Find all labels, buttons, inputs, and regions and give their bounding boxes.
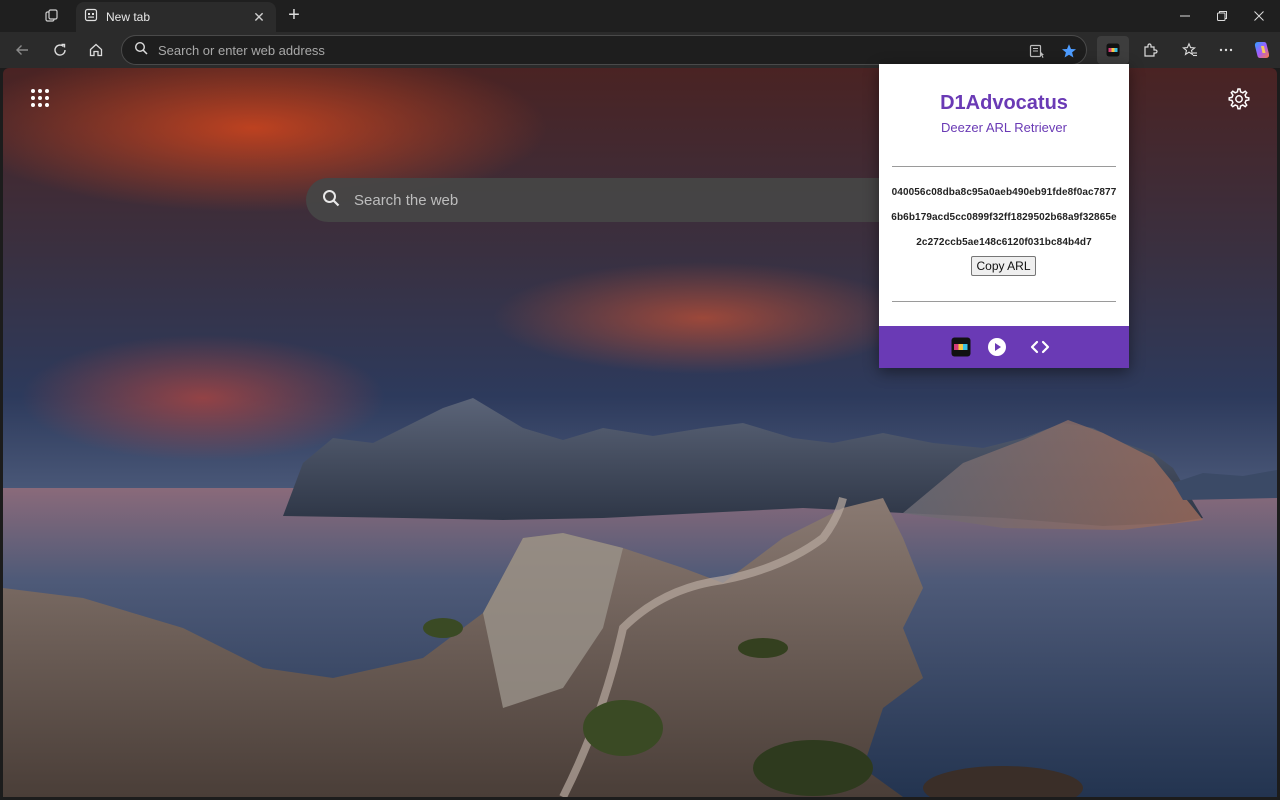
refresh-icon[interactable]: [46, 36, 74, 64]
home-icon[interactable]: [82, 36, 110, 64]
arl-token-line: 6b6b179acd5cc0899f32ff1829502b68a9f32865…: [891, 212, 1117, 223]
d1a-logo-icon[interactable]: [950, 336, 972, 358]
copy-arl-button[interactable]: Copy ARL: [971, 256, 1036, 276]
address-bar[interactable]: [121, 35, 1087, 65]
tab-title: New tab: [106, 10, 151, 24]
browser-toolbar: [0, 32, 1280, 68]
workspaces-icon[interactable]: [38, 4, 66, 28]
back-icon[interactable]: [8, 36, 36, 64]
tab-close-icon[interactable]: ✕: [250, 9, 268, 26]
web-search-input[interactable]: [354, 191, 854, 209]
minimize-button[interactable]: [1166, 0, 1204, 32]
popup-footer: [879, 326, 1129, 368]
settings-gear-icon[interactable]: [1228, 88, 1250, 110]
divider: [892, 166, 1116, 167]
favorite-star-icon[interactable]: [1060, 42, 1078, 60]
restore-button[interactable]: [1203, 0, 1241, 32]
search-icon: [134, 41, 148, 60]
web-search-box[interactable]: [306, 178, 906, 222]
title-bar: New tab ✕ +: [0, 0, 1280, 32]
d1a-extension-icon[interactable]: [1097, 36, 1129, 64]
arl-token-line: 040056c08dba8c95a0aeb490eb91fde8f0ac7877: [891, 187, 1117, 198]
favorites-icon[interactable]: [1176, 36, 1204, 64]
new-tab-page-icon: [84, 8, 98, 27]
divider: [892, 301, 1116, 302]
code-icon[interactable]: [1029, 336, 1051, 358]
play-icon[interactable]: [986, 336, 1008, 358]
reading-view-icon[interactable]: [1028, 42, 1046, 60]
search-icon: [322, 189, 340, 212]
more-icon[interactable]: [1212, 36, 1240, 64]
extensions-icon[interactable]: [1136, 36, 1164, 64]
address-input[interactable]: [158, 42, 978, 58]
arl-token-line: 2c272ccb5ae148c6120f031bc84b4d7: [916, 237, 1092, 248]
close-window-button[interactable]: [1240, 0, 1278, 32]
extension-popup: D1Advocatus Deezer ARL Retriever 040056c…: [879, 64, 1129, 368]
copilot-icon[interactable]: [1248, 36, 1276, 64]
tab-new-tab[interactable]: New tab ✕: [76, 2, 276, 32]
new-tab-button[interactable]: +: [282, 5, 306, 27]
popup-title: D1Advocatus: [940, 92, 1068, 114]
popup-subtitle: Deezer ARL Retriever: [941, 120, 1067, 135]
apps-grid-icon[interactable]: [29, 87, 51, 109]
